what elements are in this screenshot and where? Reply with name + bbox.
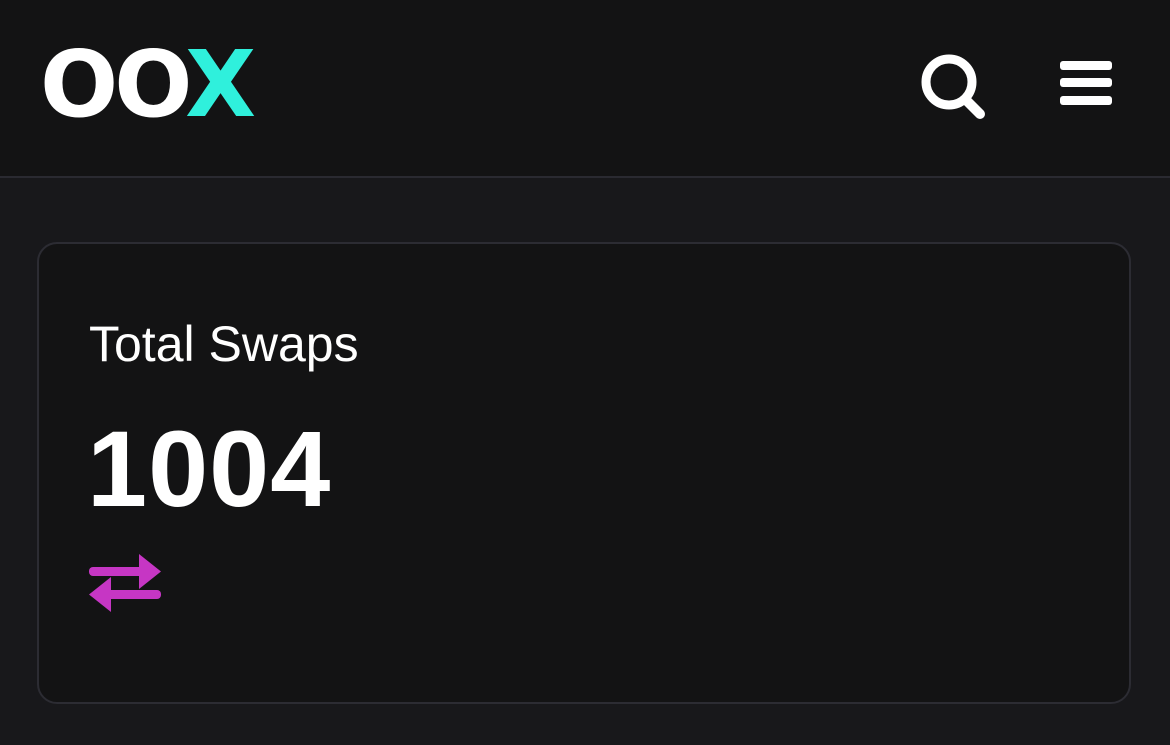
logo-text: OO xyxy=(40,31,189,138)
card-title: Total Swaps xyxy=(89,316,359,372)
total-swaps-card: Total Swaps 1004 xyxy=(37,242,1131,704)
search-icon xyxy=(921,54,985,119)
top-header: OOX xyxy=(0,0,1170,178)
oox-logo[interactable]: OOX xyxy=(40,30,256,140)
hamburger-menu-icon xyxy=(1060,61,1112,105)
logo-accent-text: X xyxy=(185,31,256,138)
search-button[interactable] xyxy=(918,52,990,124)
total-swaps-value: 1004 xyxy=(87,408,332,529)
swap-arrows-icon xyxy=(89,554,161,612)
menu-button[interactable] xyxy=(1054,52,1118,116)
